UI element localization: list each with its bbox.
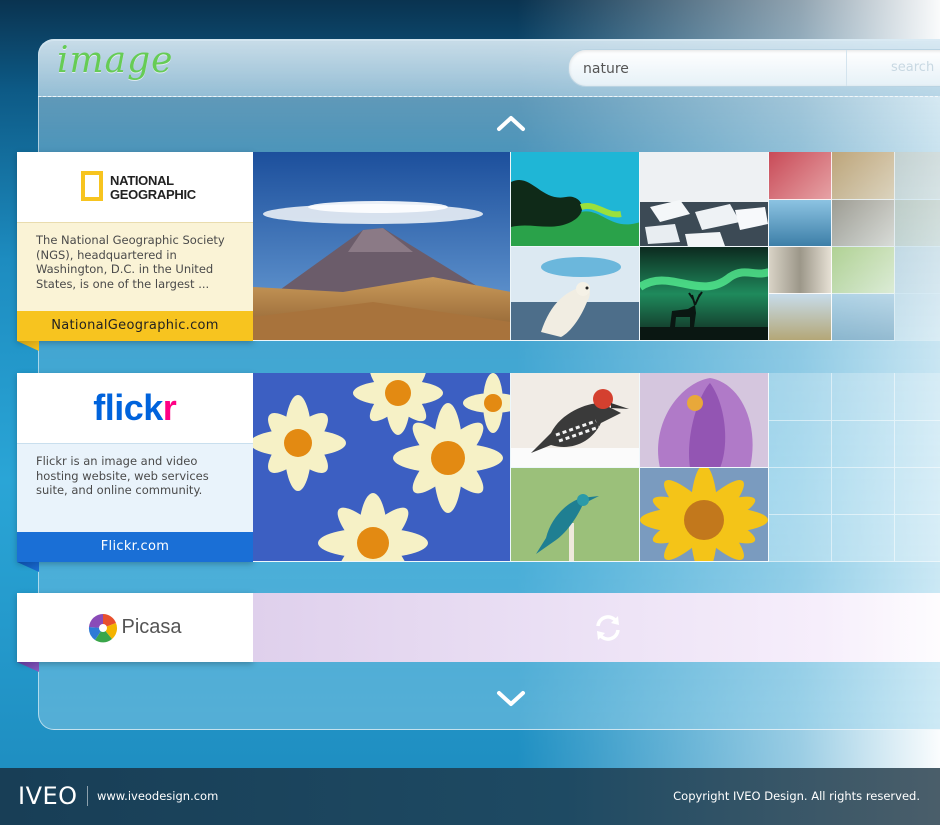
empty-slot — [832, 421, 895, 468]
picasa-logo: Picasa — [17, 593, 253, 662]
natgeo-logo: NATIONAL GEOGRAPHIC — [17, 152, 253, 222]
result-image-thumb[interactable] — [769, 294, 832, 341]
empty-slot — [769, 468, 832, 515]
search-button[interactable]: search — [846, 50, 940, 86]
result-image-thumb[interactable] — [769, 152, 832, 200]
ribbon-tail — [17, 562, 39, 572]
source-link-flickr[interactable]: Flickr.com — [17, 532, 253, 562]
result-image[interactable] — [640, 468, 769, 562]
result-image-thumb[interactable] — [832, 152, 895, 200]
result-image[interactable] — [511, 373, 640, 468]
empty-slot — [895, 515, 940, 562]
footer-copyright: Copyright IVEO Design. All rights reserv… — [673, 789, 920, 803]
natgeo-logo-line1: NATIONAL — [110, 173, 174, 188]
empty-slot — [832, 373, 895, 421]
empty-slot — [895, 373, 940, 421]
result-image-thumb[interactable] — [832, 200, 895, 247]
flickr-logo: flick r — [17, 373, 253, 443]
result-image-thumb[interactable] — [895, 152, 940, 200]
footer-url-link[interactable]: www.iveodesign.com — [97, 789, 218, 803]
empty-slot — [895, 468, 940, 515]
footer-brand-logo: IVEO — [18, 782, 78, 810]
source-card-flickr[interactable]: flick r Flickr is an image and video host… — [17, 373, 253, 562]
source-link-natgeo[interactable]: NationalGeographic.com — [17, 311, 253, 341]
result-image[interactable] — [640, 247, 769, 341]
result-image-thumb[interactable] — [769, 247, 832, 294]
empty-slot — [769, 373, 832, 421]
result-image-thumb[interactable] — [895, 200, 940, 247]
footer-divider — [87, 786, 88, 806]
empty-slot — [832, 515, 895, 562]
empty-slot — [895, 421, 940, 468]
result-image-thumb[interactable] — [895, 294, 940, 341]
chevron-down-icon[interactable] — [496, 689, 526, 709]
result-image-thumb[interactable] — [895, 247, 940, 294]
result-image[interactable] — [511, 468, 640, 562]
app-logo-title: image — [57, 40, 174, 81]
chevron-up-icon[interactable] — [496, 113, 526, 133]
ribbon-tail — [17, 662, 39, 672]
empty-slot — [769, 515, 832, 562]
result-image[interactable] — [640, 152, 769, 247]
natgeo-logo-line2: GEOGRAPHIC — [110, 187, 196, 202]
picasa-pinwheel-icon — [89, 613, 118, 642]
source-card-picasa[interactable]: Picasa — [17, 593, 253, 662]
flickr-logo-text-b: r — [162, 387, 177, 428]
refresh-icon — [592, 612, 624, 644]
result-image-thumb[interactable] — [769, 200, 832, 247]
ribbon-tail — [17, 341, 39, 351]
empty-slot — [769, 421, 832, 468]
search-input[interactable] — [581, 50, 845, 88]
picasa-logo-text: Picasa — [121, 616, 182, 638]
source-description: Flickr is an image and video hosting web… — [17, 443, 253, 532]
result-image[interactable] — [640, 373, 769, 468]
result-image[interactable] — [511, 152, 640, 247]
flickr-logo-text-a: flick — [93, 387, 163, 428]
result-image[interactable] — [253, 373, 511, 562]
result-image[interactable] — [253, 152, 511, 341]
result-image-thumb[interactable] — [832, 247, 895, 294]
search-box: search — [568, 49, 940, 88]
result-image[interactable] — [511, 247, 640, 341]
source-description: The National Geographic Society (NGS), h… — [17, 222, 253, 311]
empty-slot — [832, 468, 895, 515]
source-card-natgeo[interactable]: NATIONAL GEOGRAPHIC The National Geograp… — [17, 152, 253, 341]
loading-strip — [253, 593, 940, 662]
result-image-thumb[interactable] — [832, 294, 895, 341]
